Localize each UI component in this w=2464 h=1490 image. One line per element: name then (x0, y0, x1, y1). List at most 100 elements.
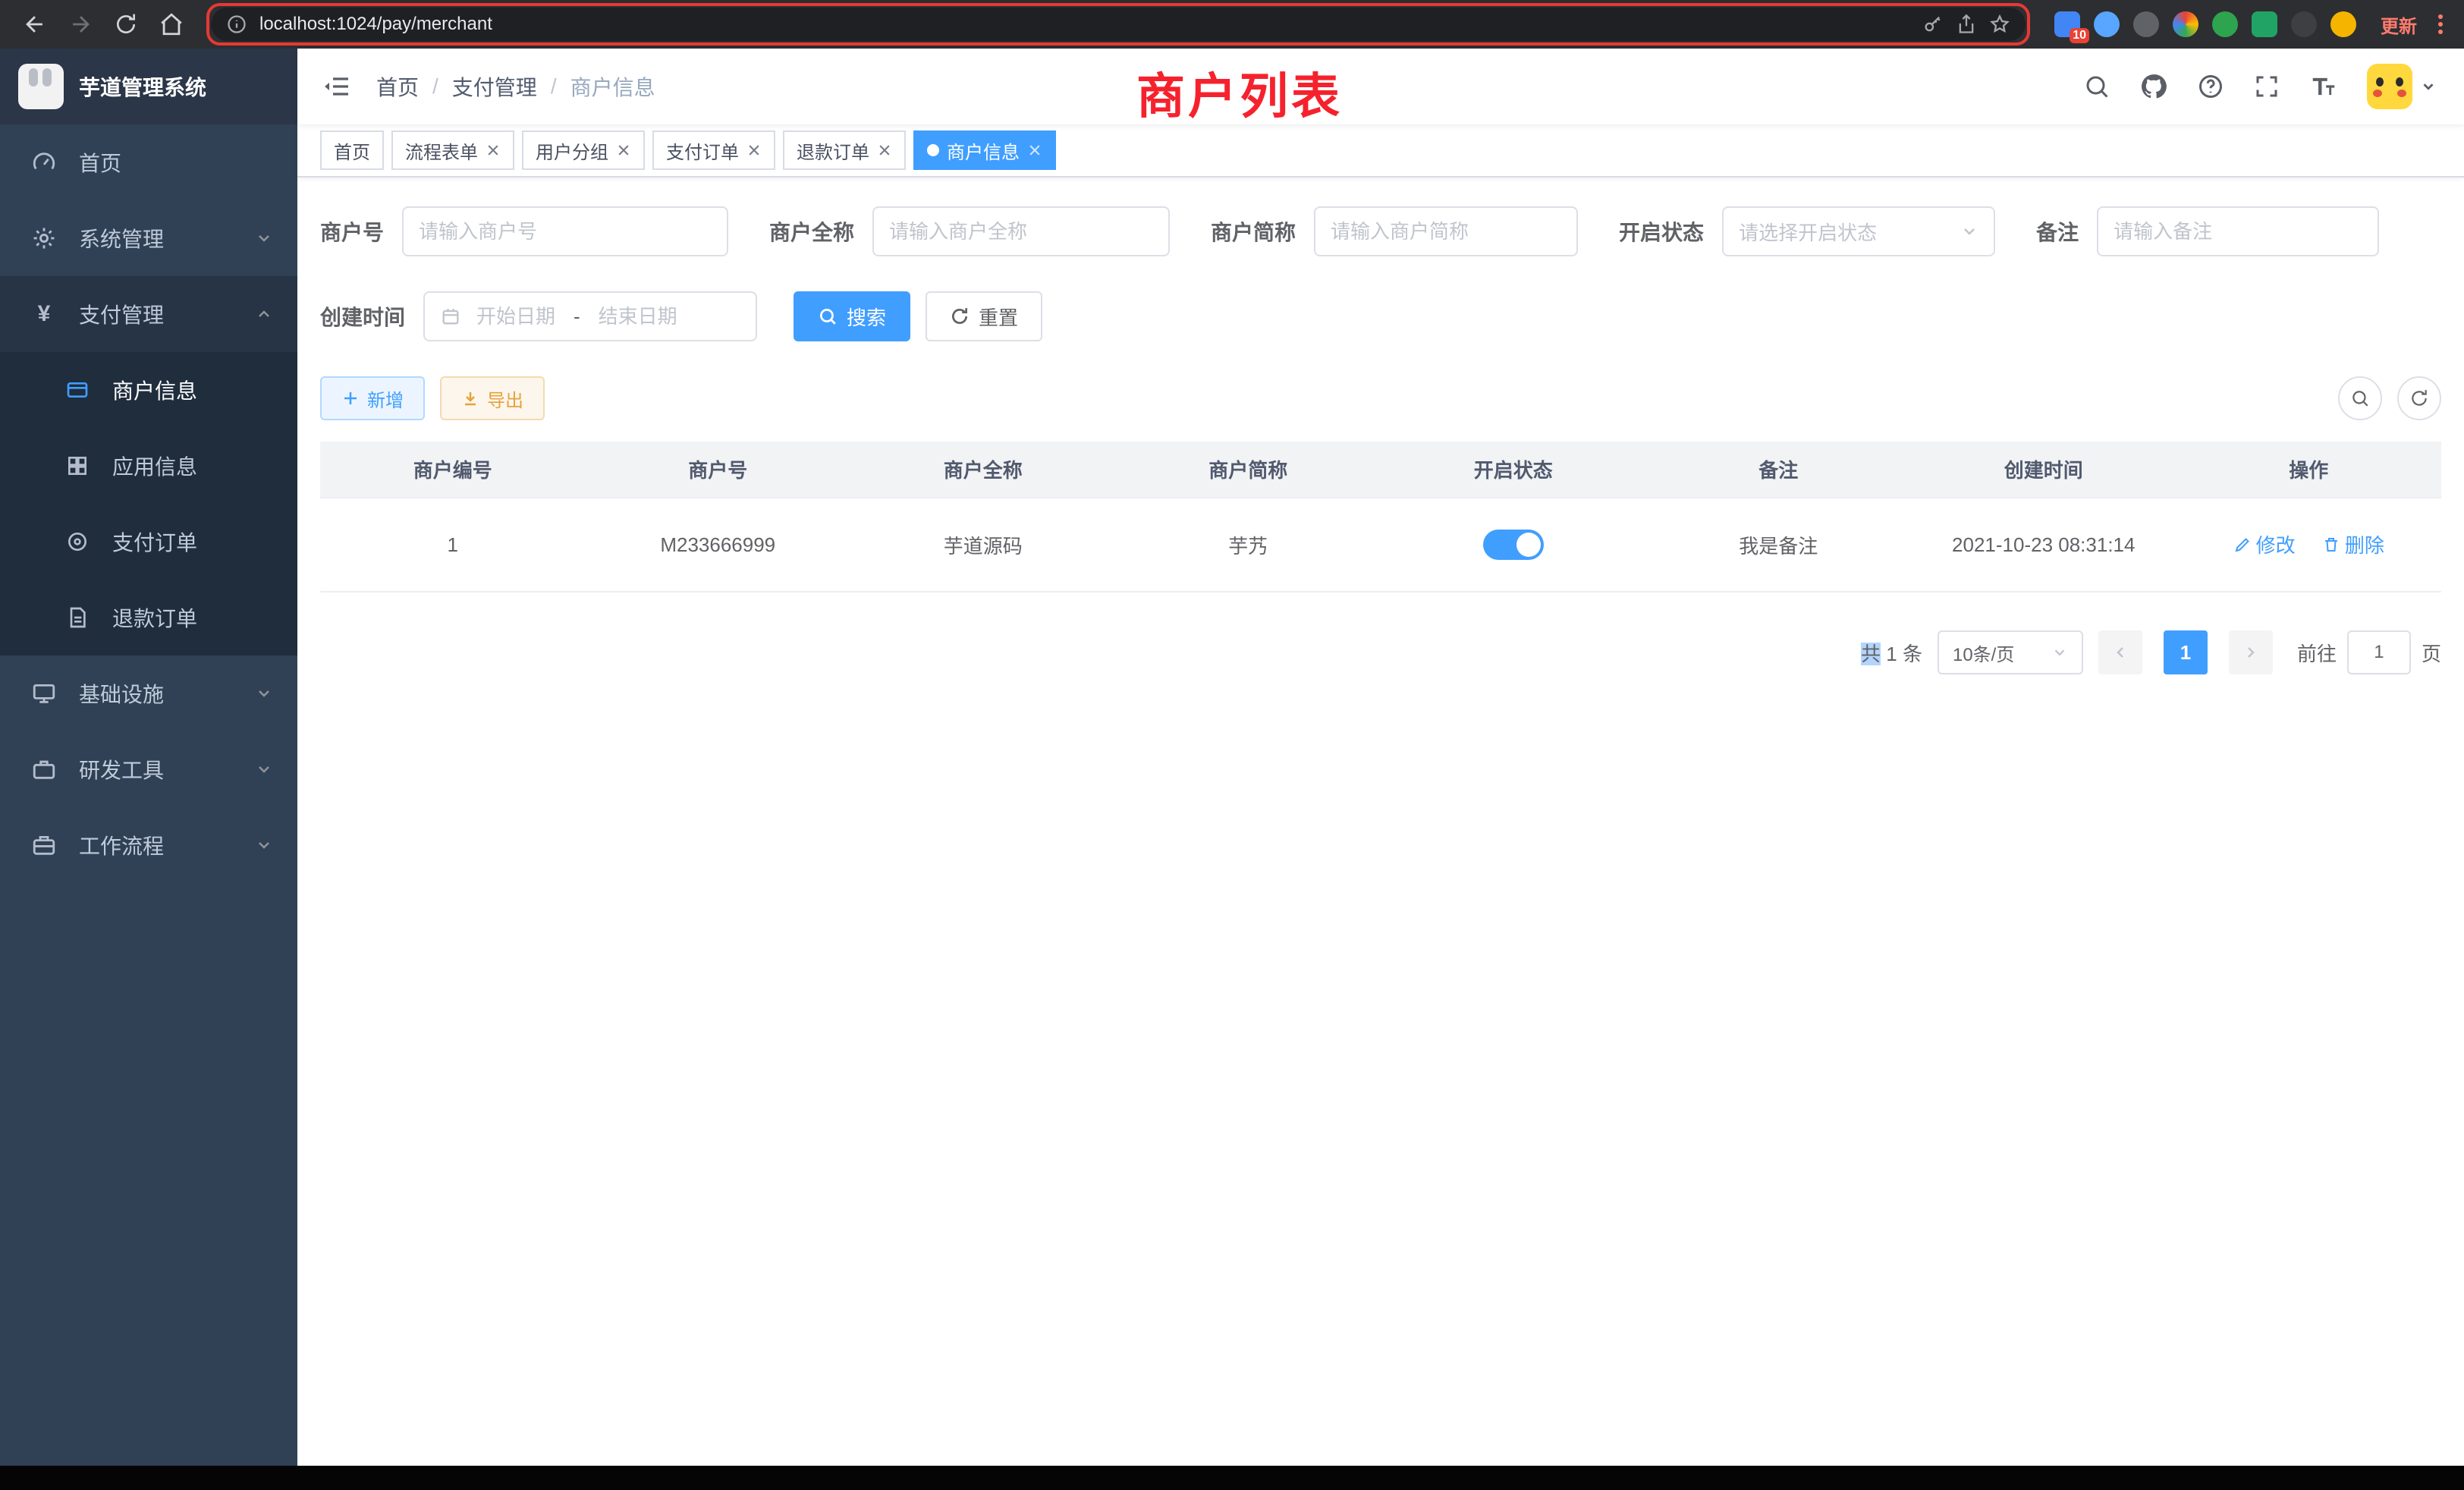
next-page-button[interactable] (2229, 630, 2273, 674)
extension-icon[interactable] (2212, 11, 2238, 37)
column-header: 开启状态 (1381, 442, 1646, 498)
field-label: 创建时间 (320, 301, 405, 332)
sidebar-item-infrastructure[interactable]: 基础设施 (0, 655, 297, 731)
sidebar-item-home[interactable]: 首页 (0, 124, 297, 200)
tab-process-form[interactable]: 流程表单 (391, 130, 514, 170)
navbar-actions (2083, 64, 2464, 109)
help-icon[interactable] (2197, 73, 2224, 100)
sidebar-toggle-button[interactable] (297, 71, 376, 102)
sidebar-item-payment[interactable]: ¥ 支付管理 (0, 276, 297, 352)
search-button[interactable]: 搜索 (794, 291, 910, 341)
merchant-name-input[interactable] (889, 220, 1153, 244)
page-number-button[interactable]: 1 (2164, 630, 2208, 674)
date-range-picker[interactable]: - (423, 291, 757, 341)
total-count: 1 (1886, 643, 1897, 665)
url-text[interactable]: localhost:1024/pay/merchant (259, 14, 1910, 35)
tab-home[interactable]: 首页 (320, 130, 384, 170)
sidebar-item-app-info[interactable]: 应用信息 (0, 428, 297, 504)
site-info-icon[interactable] (226, 14, 247, 35)
filter-merchant-name: 商户全称 (769, 206, 1170, 256)
extension-icon[interactable]: 10 (2054, 11, 2080, 37)
tags-view: 首页 流程表单 用户分组 支付订单 退款订单 商户信息 (297, 124, 2464, 178)
breadcrumb-item[interactable]: 支付管理 (452, 71, 537, 102)
user-avatar-menu[interactable] (2367, 64, 2437, 109)
sidebar-item-system[interactable]: 系统管理 (0, 200, 297, 276)
delete-link[interactable]: 删除 (2322, 530, 2384, 558)
card-icon (64, 376, 91, 404)
hamburger-icon (322, 71, 352, 102)
header-search-icon[interactable] (2083, 73, 2110, 100)
chrome-update-button[interactable]: 更新 (2371, 11, 2426, 38)
browser-forward-button[interactable] (61, 5, 100, 44)
password-key-icon[interactable] (1922, 14, 1944, 35)
extension-icon[interactable] (2252, 11, 2277, 37)
browser-home-button[interactable] (152, 5, 191, 44)
table-row: 1 M233666999 芋道源码 芋艿 我是备注 2021-10-23 08:… (320, 498, 2441, 592)
tab-close-icon[interactable] (486, 143, 501, 158)
merchant-no-input[interactable] (419, 220, 712, 244)
sidebar-item-refund-order[interactable]: 退款订单 (0, 580, 297, 655)
browser-back-button[interactable] (15, 5, 55, 44)
tab-merchant-info-active[interactable]: 商户信息 (913, 130, 1056, 170)
pagination-goto: 前往 页 (2297, 630, 2441, 674)
page-size-select[interactable]: 10条/页 (1938, 630, 2083, 674)
sidebar-item-label: 系统管理 (79, 223, 164, 253)
tab-close-icon[interactable] (877, 143, 892, 158)
sidebar-item-workflow[interactable]: 工作流程 (0, 807, 297, 883)
caret-down-icon (2420, 78, 2437, 95)
merchant-short-input[interactable] (1331, 220, 1561, 244)
fullscreen-icon[interactable] (2253, 73, 2280, 100)
extension-icon[interactable] (2173, 11, 2198, 37)
export-button[interactable]: 导出 (440, 376, 545, 420)
browser-reload-button[interactable] (106, 5, 146, 44)
sidebar-item-dev-tools[interactable]: 研发工具 (0, 731, 297, 807)
goto-page-input[interactable] (2347, 630, 2411, 674)
search-button-label: 搜索 (847, 303, 886, 331)
end-date-input[interactable] (589, 305, 687, 328)
status-toggle[interactable] (1483, 530, 1544, 560)
goto-suffix: 页 (2422, 639, 2441, 667)
extension-icon[interactable] (2291, 11, 2317, 37)
breadcrumb-item[interactable]: 首页 (376, 71, 419, 102)
edit-link[interactable]: 修改 (2233, 530, 2296, 558)
app-navbar: 首页 / 支付管理 / 商户信息 商户列表 (297, 49, 2464, 124)
tab-label: 用户分组 (536, 137, 608, 164)
github-icon[interactable] (2139, 72, 2168, 101)
remark-input[interactable] (2114, 220, 2362, 244)
toggle-search-button[interactable] (2338, 376, 2382, 420)
document-icon (64, 604, 91, 631)
sidebar-item-merchant-info[interactable]: 商户信息 (0, 352, 297, 428)
tab-refund-order[interactable]: 退款订单 (783, 130, 906, 170)
sidebar-item-label: 研发工具 (79, 754, 164, 784)
status-select[interactable]: 请选择开启状态 (1722, 206, 1995, 256)
extension-icon[interactable] (2133, 11, 2159, 37)
share-icon[interactable] (1956, 14, 1977, 35)
reset-button[interactable]: 重置 (926, 291, 1042, 341)
prev-page-button[interactable] (2098, 630, 2142, 674)
chevron-down-icon (255, 836, 273, 854)
address-bar[interactable]: localhost:1024/pay/merchant (211, 8, 2026, 41)
sidebar-item-pay-order[interactable]: 支付订单 (0, 504, 297, 580)
font-size-icon[interactable] (2309, 72, 2338, 101)
chevron-down-icon (255, 684, 273, 703)
forward-arrow-icon (68, 11, 93, 37)
pagination: 共 1 条 10条/页 1 前往 页 (320, 630, 2441, 674)
bookmark-star-icon[interactable] (1989, 14, 2010, 35)
extension-icon[interactable] (2330, 11, 2356, 37)
tab-close-icon[interactable] (746, 143, 762, 158)
sidebar-item-label: 基础设施 (79, 678, 164, 709)
tab-user-group[interactable]: 用户分组 (522, 130, 645, 170)
tab-pay-order[interactable]: 支付订单 (652, 130, 775, 170)
chevron-down-icon (255, 229, 273, 247)
refresh-table-button[interactable] (2397, 376, 2441, 420)
sidebar-logo[interactable]: 芋道管理系统 (0, 49, 297, 124)
tab-close-icon[interactable] (1027, 143, 1042, 158)
extension-icon[interactable] (2094, 11, 2120, 37)
start-date-input[interactable] (467, 305, 564, 328)
filter-status: 开启状态 请选择开启状态 (1619, 206, 1995, 256)
add-button[interactable]: 新增 (320, 376, 425, 420)
tab-close-icon[interactable] (616, 143, 631, 158)
browser-menu-icon[interactable] (2432, 14, 2449, 34)
column-header: 商户全称 (850, 442, 1116, 498)
breadcrumb-separator: / (551, 74, 557, 99)
